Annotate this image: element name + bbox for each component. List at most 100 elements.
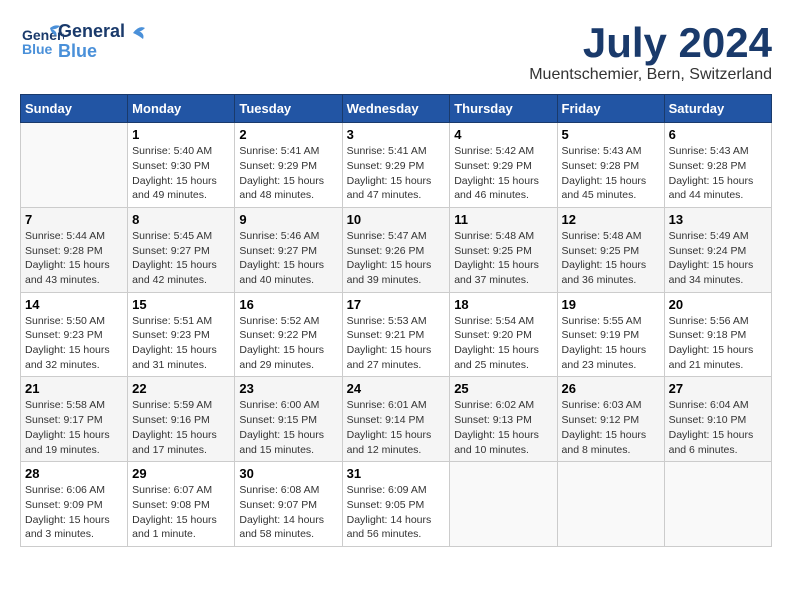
day-info: Sunrise: 5:47 AMSunset: 9:26 PMDaylight:… xyxy=(347,229,446,288)
calendar-cell: 12Sunrise: 5:48 AMSunset: 9:25 PMDayligh… xyxy=(557,207,664,292)
calendar-cell: 7Sunrise: 5:44 AMSunset: 9:28 PMDaylight… xyxy=(21,207,128,292)
calendar-cell: 13 Sunrise: 5:49 AMSunset: 9:24 PMDayligh… xyxy=(664,207,771,292)
day-info: Sunrise: 5:53 AMSunset: 9:21 PMDaylight:… xyxy=(347,314,446,373)
day-number: 31 xyxy=(347,466,446,481)
day-number: 11 xyxy=(454,212,552,227)
calendar-cell xyxy=(21,123,128,208)
calendar-week-row: 14Sunrise: 5:50 AMSunset: 9:23 PMDayligh… xyxy=(21,292,772,377)
day-info: Sunrise: 5:41 AMSunset: 9:29 PMDaylight:… xyxy=(347,144,446,203)
day-info: Sunrise: 5:48 AMSunset: 9:25 PMDaylight:… xyxy=(454,229,552,288)
calendar-week-row: 21 Sunrise: 5:58 AMSunset: 9:17 PMDayligh… xyxy=(21,377,772,462)
day-number: 29 xyxy=(132,466,230,481)
day-number: 9 xyxy=(239,212,337,227)
day-info: Sunrise: 5:51 AMSunset: 9:23 PMDaylight:… xyxy=(132,314,230,373)
day-info: Sunrise: 6:09 AMSunset: 9:05 PMDaylight:… xyxy=(347,483,446,542)
day-info: Sunrise: 5:49 AMSunset: 9:24 PMDaylight:… xyxy=(669,229,767,288)
day-number: 7 xyxy=(25,212,123,227)
calendar-cell: 3 Sunrise: 5:41 AMSunset: 9:29 PMDaylight… xyxy=(342,123,450,208)
day-info: Sunrise: 5:54 AMSunset: 9:20 PMDaylight:… xyxy=(454,314,552,373)
day-number: 19 xyxy=(562,297,660,312)
weekday-header: Wednesday xyxy=(342,95,450,123)
day-info: Sunrise: 5:58 AMSunset: 9:17 PMDaylight:… xyxy=(25,398,123,457)
calendar-cell: 22Sunrise: 5:59 AMSunset: 9:16 PMDayligh… xyxy=(128,377,235,462)
day-info: Sunrise: 5:45 AMSunset: 9:27 PMDaylight:… xyxy=(132,229,230,288)
day-info: Sunrise: 6:01 AMSunset: 9:14 PMDaylight:… xyxy=(347,398,446,457)
weekday-header: Thursday xyxy=(450,95,557,123)
calendar-body: 1 Sunrise: 5:40 AMSunset: 9:30 PMDaylight… xyxy=(21,123,772,547)
calendar-table: SundayMondayTuesdayWednesdayThursdayFrid… xyxy=(20,94,772,547)
page-header: General Blue General Blue July 2024 Muen… xyxy=(20,20,772,84)
day-number: 22 xyxy=(132,381,230,396)
day-number: 21 xyxy=(25,381,123,396)
day-info: Sunrise: 5:48 AMSunset: 9:25 PMDaylight:… xyxy=(562,229,660,288)
logo-general: General xyxy=(58,22,125,42)
day-info: Sunrise: 5:56 AMSunset: 9:18 PMDaylight:… xyxy=(669,314,767,373)
svg-text:Blue: Blue xyxy=(22,41,53,57)
calendar-cell: 23 Sunrise: 6:00 AMSunset: 9:15 PMDayligh… xyxy=(235,377,342,462)
calendar-cell: 1 Sunrise: 5:40 AMSunset: 9:30 PMDaylight… xyxy=(128,123,235,208)
calendar-cell: 2Sunrise: 5:41 AMSunset: 9:29 PMDaylight… xyxy=(235,123,342,208)
calendar-cell xyxy=(450,462,557,547)
day-number: 17 xyxy=(347,297,446,312)
day-info: Sunrise: 5:40 AMSunset: 9:30 PMDaylight:… xyxy=(132,144,230,203)
day-number: 18 xyxy=(454,297,552,312)
title-area: July 2024 Muentschemier, Bern, Switzerla… xyxy=(529,20,772,84)
day-number: 8 xyxy=(132,212,230,227)
day-info: Sunrise: 5:43 AMSunset: 9:28 PMDaylight:… xyxy=(562,144,660,203)
calendar-cell: 5 Sunrise: 5:43 AMSunset: 9:28 PMDaylight… xyxy=(557,123,664,208)
day-number: 6 xyxy=(669,127,767,142)
day-number: 30 xyxy=(239,466,337,481)
month-title: July 2024 xyxy=(529,20,772,66)
day-info: Sunrise: 5:42 AMSunset: 9:29 PMDaylight:… xyxy=(454,144,552,203)
calendar-cell: 10Sunrise: 5:47 AMSunset: 9:26 PMDayligh… xyxy=(342,207,450,292)
day-number: 1 xyxy=(132,127,230,142)
calendar-cell: 4 Sunrise: 5:42 AMSunset: 9:29 PMDaylight… xyxy=(450,123,557,208)
location: Muentschemier, Bern, Switzerland xyxy=(529,66,772,84)
calendar-week-row: 28 Sunrise: 6:06 AMSunset: 9:09 PMDayligh… xyxy=(21,462,772,547)
day-number: 15 xyxy=(132,297,230,312)
day-number: 28 xyxy=(25,466,123,481)
day-info: Sunrise: 6:08 AMSunset: 9:07 PMDaylight:… xyxy=(239,483,337,542)
calendar-cell: 6 Sunrise: 5:43 AMSunset: 9:28 PMDaylight… xyxy=(664,123,771,208)
day-info: Sunrise: 6:02 AMSunset: 9:13 PMDaylight:… xyxy=(454,398,552,457)
day-number: 25 xyxy=(454,381,552,396)
day-number: 16 xyxy=(239,297,337,312)
day-info: Sunrise: 5:43 AMSunset: 9:28 PMDaylight:… xyxy=(669,144,767,203)
day-number: 24 xyxy=(347,381,446,396)
calendar-cell: 16Sunrise: 5:52 AMSunset: 9:22 PMDayligh… xyxy=(235,292,342,377)
weekday-header: Tuesday xyxy=(235,95,342,123)
calendar-cell: 15 Sunrise: 5:51 AMSunset: 9:23 PMDayligh… xyxy=(128,292,235,377)
calendar-cell: 26 Sunrise: 6:03 AMSunset: 9:12 PMDayligh… xyxy=(557,377,664,462)
day-number: 14 xyxy=(25,297,123,312)
day-number: 27 xyxy=(669,381,767,396)
calendar-cell: 25 Sunrise: 6:02 AMSunset: 9:13 PMDayligh… xyxy=(450,377,557,462)
calendar-cell: 19 Sunrise: 5:55 AMSunset: 9:19 PMDayligh… xyxy=(557,292,664,377)
weekday-header: Sunday xyxy=(21,95,128,123)
calendar-cell: 27 Sunrise: 6:04 AMSunset: 9:10 PMDayligh… xyxy=(664,377,771,462)
calendar-cell xyxy=(664,462,771,547)
calendar-cell: 21 Sunrise: 5:58 AMSunset: 9:17 PMDayligh… xyxy=(21,377,128,462)
calendar-cell: 20Sunrise: 5:56 AMSunset: 9:18 PMDayligh… xyxy=(664,292,771,377)
day-number: 23 xyxy=(239,381,337,396)
calendar-header: SundayMondayTuesdayWednesdayThursdayFrid… xyxy=(21,95,772,123)
day-number: 5 xyxy=(562,127,660,142)
day-number: 13 xyxy=(669,212,767,227)
day-info: Sunrise: 6:07 AMSunset: 9:08 PMDaylight:… xyxy=(132,483,230,542)
calendar-cell: 30 Sunrise: 6:08 AMSunset: 9:07 PMDayligh… xyxy=(235,462,342,547)
day-info: Sunrise: 6:06 AMSunset: 9:09 PMDaylight:… xyxy=(25,483,123,542)
bird-icon xyxy=(131,23,153,43)
day-info: Sunrise: 6:04 AMSunset: 9:10 PMDaylight:… xyxy=(669,398,767,457)
day-info: Sunrise: 6:03 AMSunset: 9:12 PMDaylight:… xyxy=(562,398,660,457)
calendar-week-row: 7Sunrise: 5:44 AMSunset: 9:28 PMDaylight… xyxy=(21,207,772,292)
day-info: Sunrise: 6:00 AMSunset: 9:15 PMDaylight:… xyxy=(239,398,337,457)
day-number: 3 xyxy=(347,127,446,142)
calendar-cell: 29 Sunrise: 6:07 AMSunset: 9:08 PMDayligh… xyxy=(128,462,235,547)
day-number: 4 xyxy=(454,127,552,142)
weekday-header: Saturday xyxy=(664,95,771,123)
calendar-cell: 24 Sunrise: 6:01 AMSunset: 9:14 PMDayligh… xyxy=(342,377,450,462)
day-info: Sunrise: 5:55 AMSunset: 9:19 PMDaylight:… xyxy=(562,314,660,373)
day-number: 26 xyxy=(562,381,660,396)
calendar-cell: 18 Sunrise: 5:54 AMSunset: 9:20 PMDayligh… xyxy=(450,292,557,377)
calendar-cell: 14Sunrise: 5:50 AMSunset: 9:23 PMDayligh… xyxy=(21,292,128,377)
calendar-cell xyxy=(557,462,664,547)
